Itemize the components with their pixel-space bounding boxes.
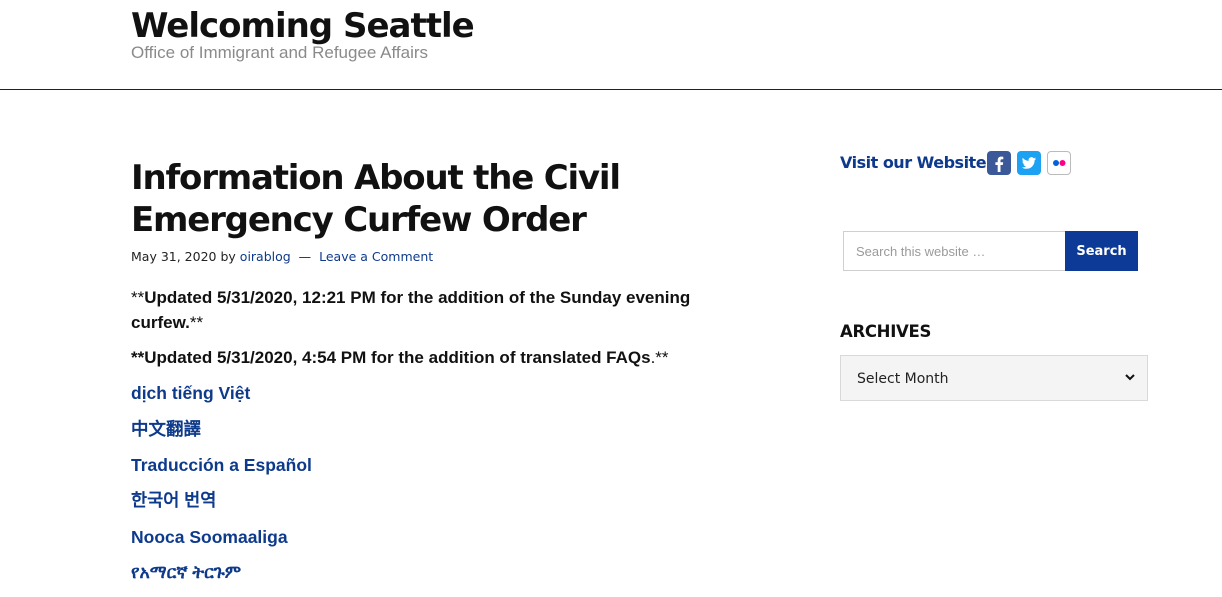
update1-text: Updated 5/31/2020, 12:21 PM for the addi… [131,288,691,332]
archives-heading: ARCHIVES [840,322,932,341]
archives-dropdown[interactable]: Select Month [840,355,1148,401]
post-author-link[interactable]: oirablog [240,249,291,264]
spanish-translation-link[interactable]: Traducción a Español [131,453,312,477]
chevron-down-icon [1125,374,1135,381]
amharic-translation-link[interactable]: የአማርኛ ትርጉም [131,560,241,584]
archives-selected-value: Select Month [857,371,949,387]
update1-prefix: ** [131,288,145,307]
post-meta: May 31, 2020 by oirablog — Leave a Comme… [131,248,433,266]
update1-suffix: ** [189,313,204,332]
post-title: Information About the Civil Emergency Cu… [131,157,651,241]
update-note-2: **Updated 5/31/2020, 4:54 PM for the add… [131,345,731,370]
post-by: by [220,249,236,264]
visit-website-widget: Visit our Website [840,151,1072,175]
search-input[interactable] [843,231,1065,271]
vietnamese-translation-link[interactable]: dịch tiếng Việt [131,381,250,405]
korean-translation-link[interactable]: 한국어 번역 [131,488,216,512]
somali-translation-link[interactable]: Nooca Soomaaliga [131,525,288,549]
site-title[interactable]: Welcoming Seattle [131,6,475,46]
visit-website-link[interactable]: Visit our Website [840,151,987,175]
flickr-icon[interactable] [1047,151,1072,175]
facebook-icon[interactable] [987,151,1012,175]
post-title-line1: Information About the Civil [131,158,621,198]
post-title-line2: Emergency Curfew Order [131,200,587,240]
site-header: Welcoming Seattle Office of Immigrant an… [0,0,1222,90]
leave-comment-link[interactable]: Leave a Comment [319,249,433,264]
search-button[interactable]: Search [1065,231,1138,271]
post-date: May 31, 2020 [131,249,217,264]
twitter-icon[interactable] [1017,151,1042,175]
update-note-1: **Updated 5/31/2020, 12:21 PM for the ad… [131,285,731,335]
chinese-translation-link[interactable]: 中文翻譯 [131,417,201,441]
meta-separator: — [298,249,312,264]
site-tagline: Office of Immigrant and Refugee Affairs [131,43,429,62]
update2-text: **Updated 5/31/2020, 4:54 PM for the add… [131,348,651,367]
update2-suffix: .** [650,348,669,367]
